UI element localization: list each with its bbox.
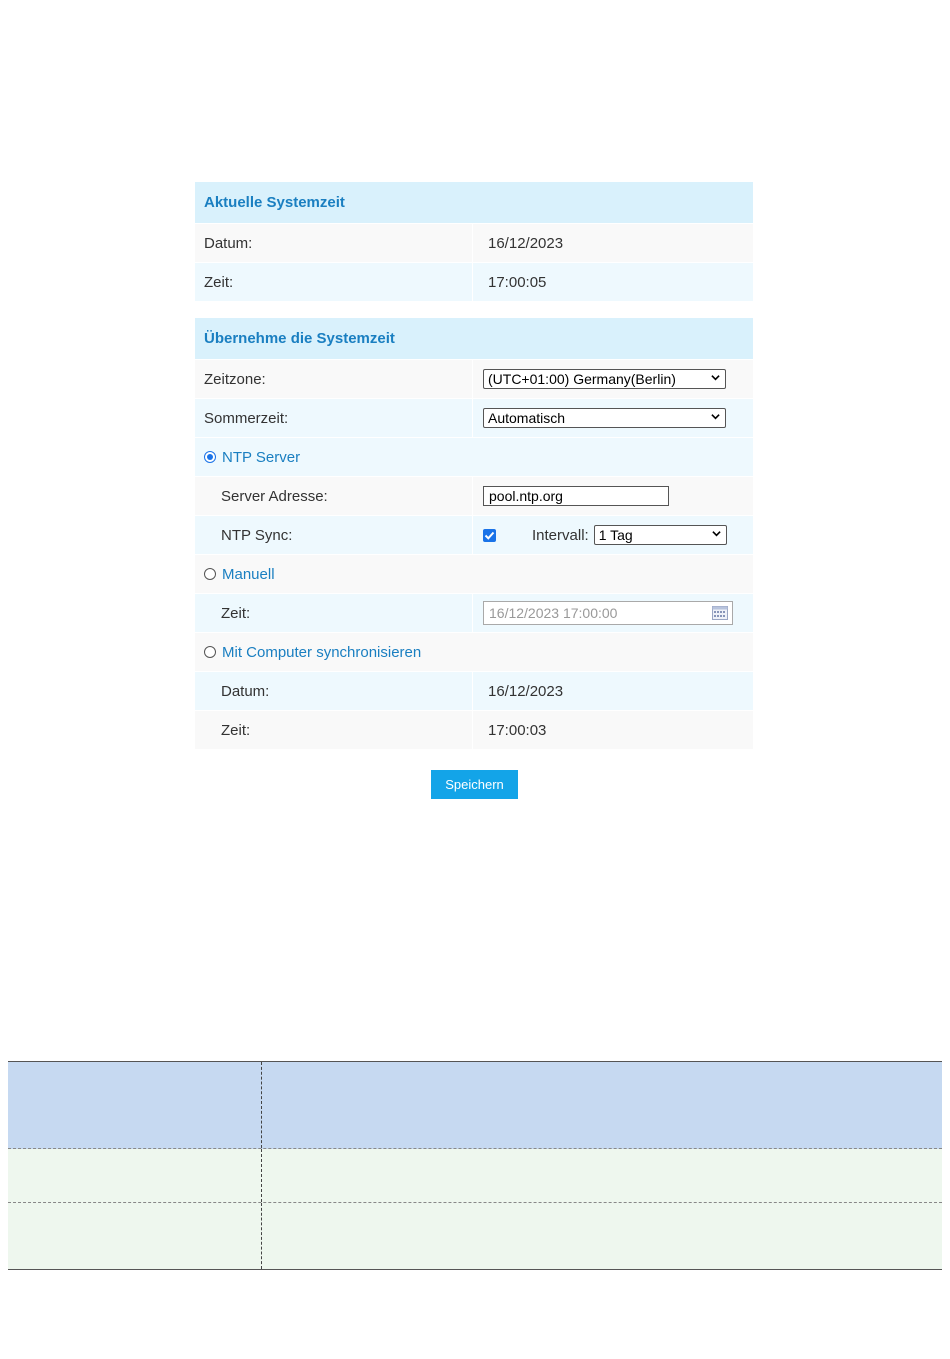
table-header-cell	[8, 1062, 262, 1148]
ntp-sync-label: NTP Sync:	[195, 516, 473, 554]
manual-time-label: Zeit:	[195, 594, 473, 632]
ntp-server-radio[interactable]	[204, 451, 216, 463]
manual-option[interactable]: Manuell	[195, 555, 753, 594]
computer-sync-option-label: Mit Computer synchronisieren	[222, 643, 422, 661]
system-time-panel: Aktuelle Systemzeit Datum: 16/12/2023 Ze…	[195, 182, 753, 750]
chevron-down-icon	[711, 414, 720, 420]
apply-time-header: Übernehme die Systemzeit	[195, 318, 753, 360]
computer-sync-option[interactable]: Mit Computer synchronisieren	[195, 633, 753, 672]
table-row	[8, 1149, 942, 1203]
table-cell	[8, 1149, 262, 1202]
timezone-label: Zeitzone:	[195, 360, 473, 398]
manual-datetime-input[interactable]: 16/12/2023 17:00:00	[483, 601, 733, 625]
computer-time-value: 17:00:03	[488, 721, 547, 739]
chevron-down-icon	[712, 531, 721, 537]
save-button[interactable]: Speichern	[431, 770, 518, 799]
table-row	[8, 1203, 942, 1269]
table-cell	[262, 1149, 942, 1202]
ntp-sync-checkbox[interactable]	[483, 528, 496, 542]
current-time-value: 17:00:05	[488, 273, 547, 291]
dst-select-value: Automatisch	[488, 410, 566, 426]
current-time-label: Zeit:	[195, 263, 473, 301]
manual-option-label: Manuell	[222, 565, 275, 583]
server-address-row: Server Adresse: pool.ntp.org	[195, 477, 753, 516]
current-date-label: Datum:	[195, 224, 473, 262]
dst-row: Sommerzeit: Automatisch	[195, 399, 753, 438]
current-time-row: Zeit: 17:00:05	[195, 263, 753, 302]
description-table	[8, 1061, 942, 1270]
timezone-select-value: (UTC+01:00) Germany(Berlin)	[488, 371, 676, 387]
manual-time-row: Zeit: 16/12/2023 17:00:00	[195, 594, 753, 633]
dst-select[interactable]: Automatisch	[483, 408, 726, 428]
current-date-row: Datum: 16/12/2023	[195, 224, 753, 263]
manual-radio[interactable]	[204, 568, 216, 580]
ntp-server-option-label: NTP Server	[222, 448, 301, 466]
computer-time-label: Zeit:	[195, 711, 473, 749]
current-time-header: Aktuelle Systemzeit	[195, 182, 753, 224]
computer-time-row: Zeit: 17:00:03	[195, 711, 753, 750]
interval-select-value: 1 Tag	[598, 527, 633, 543]
table-header-row	[8, 1062, 942, 1149]
ntp-server-option[interactable]: NTP Server	[195, 438, 753, 477]
computer-date-value: 16/12/2023	[488, 682, 564, 700]
table-cell	[8, 1203, 262, 1269]
computer-date-row: Datum: 16/12/2023	[195, 672, 753, 711]
table-header-cell	[262, 1062, 942, 1148]
timezone-row: Zeitzone: (UTC+01:00) Germany(Berlin)	[195, 360, 753, 399]
table-cell	[262, 1203, 942, 1269]
checkmark-icon	[484, 531, 495, 540]
interval-select[interactable]: 1 Tag	[593, 525, 727, 545]
computer-sync-radio[interactable]	[204, 646, 216, 658]
dst-label: Sommerzeit:	[195, 399, 473, 437]
chevron-down-icon	[711, 375, 720, 381]
ntp-sync-row: NTP Sync: Intervall: 1 Tag	[195, 516, 753, 555]
computer-date-label: Datum:	[195, 672, 473, 710]
interval-label: Intervall:	[532, 526, 589, 544]
calendar-icon[interactable]	[712, 606, 728, 620]
current-date-value: 16/12/2023	[488, 234, 564, 252]
manual-datetime-placeholder: 16/12/2023 17:00:00	[489, 605, 618, 621]
server-address-input[interactable]: pool.ntp.org	[483, 486, 669, 506]
timezone-select[interactable]: (UTC+01:00) Germany(Berlin)	[483, 369, 726, 389]
server-address-label: Server Adresse:	[195, 477, 473, 515]
